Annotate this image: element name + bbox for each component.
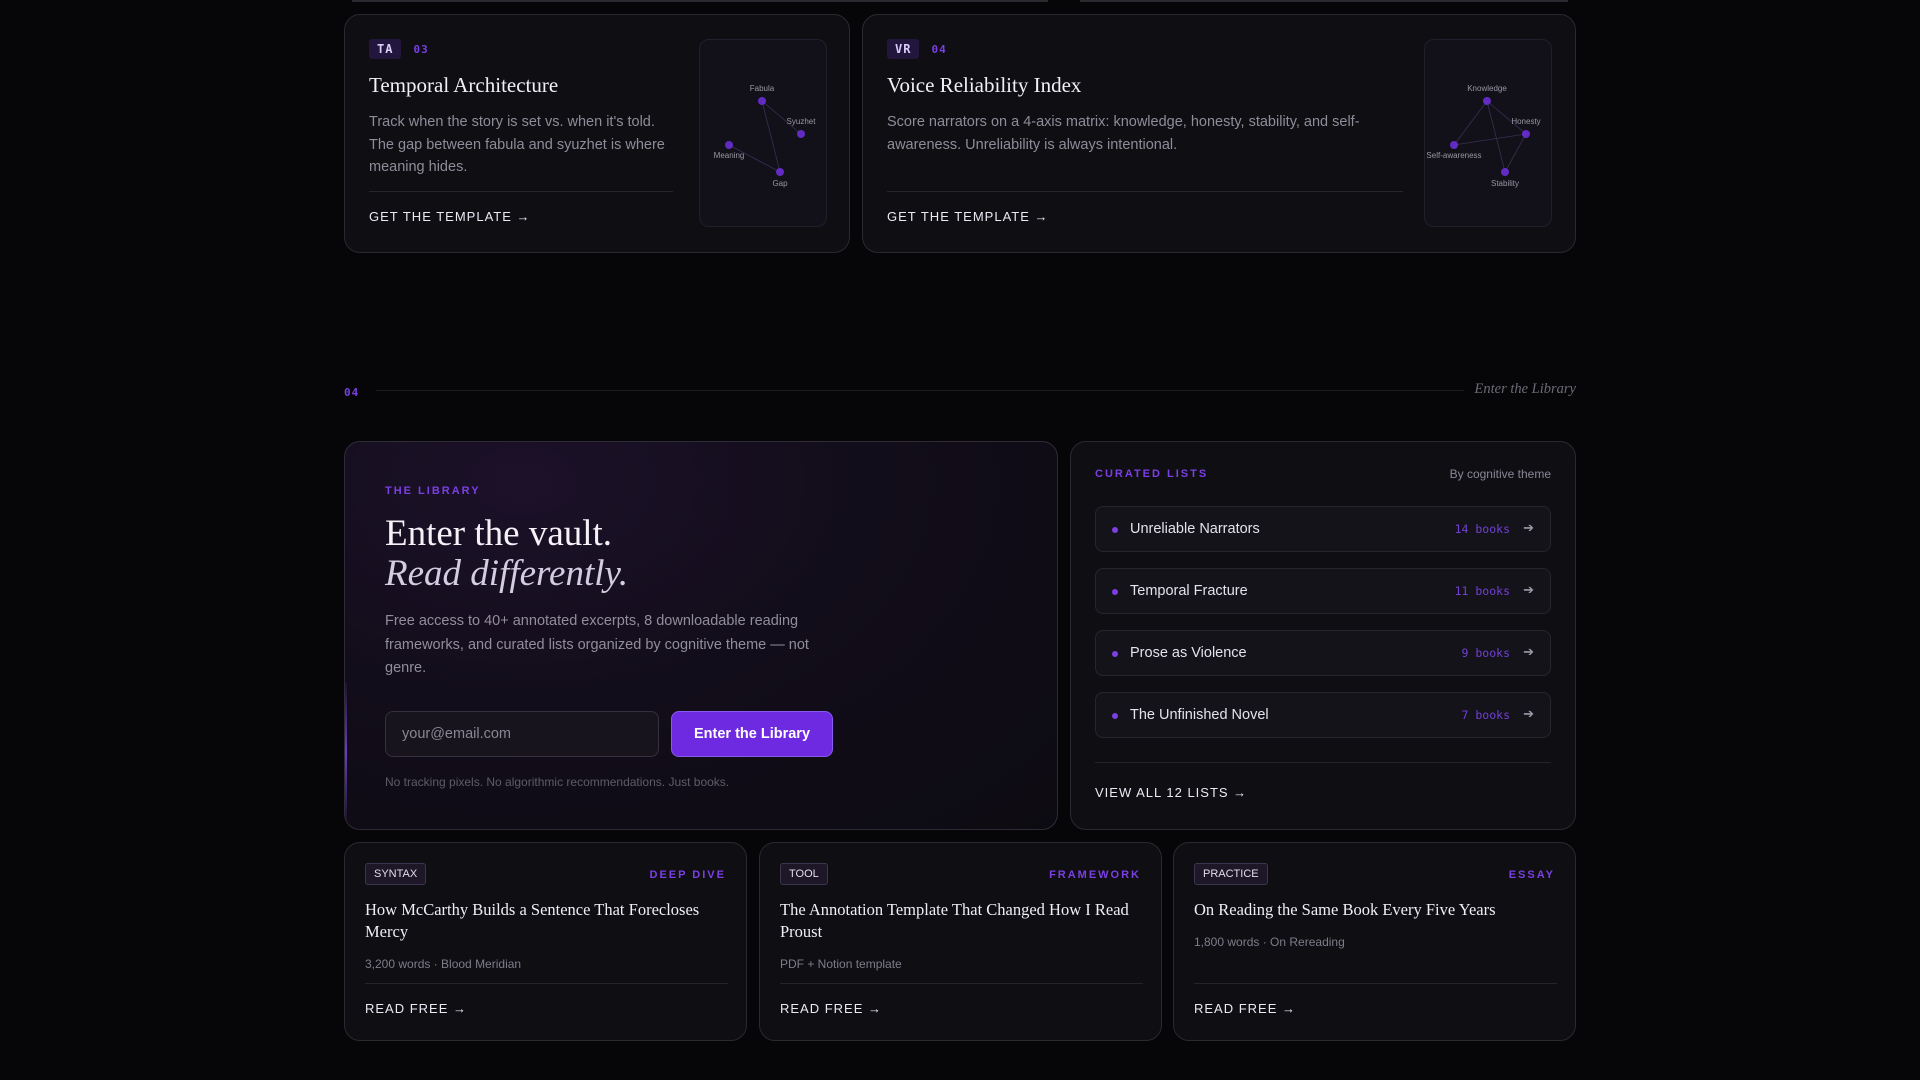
article-meta: 3,200 words · Blood Meridian xyxy=(365,957,522,971)
library-eyebrow: THE LIBRARY xyxy=(385,485,481,497)
curated-list-count: 11 books xyxy=(1454,584,1510,598)
curated-list-count: 14 books xyxy=(1454,522,1510,536)
framework-abbr-badge: TA xyxy=(369,39,402,59)
graph-node xyxy=(725,141,733,149)
get-template-link[interactable]: GET THE TEMPLATE → xyxy=(887,209,1049,224)
curated-divider xyxy=(1095,762,1551,763)
framework-number: 04 xyxy=(931,42,947,56)
page: TA 03 Temporal Architecture Track when t… xyxy=(0,0,1920,1080)
article-type: ESSAY xyxy=(1508,869,1555,881)
curated-list-count: 9 books xyxy=(1461,646,1510,660)
curated-lists-card: CURATED LISTS By cognitive theme Unrelia… xyxy=(1070,441,1576,830)
curated-list-name: Unreliable Narrators xyxy=(1130,521,1260,537)
article-type: DEEP DIVE xyxy=(649,869,726,881)
framework-card-temporal-architecture[interactable]: TA 03 Temporal Architecture Track when t… xyxy=(344,14,850,253)
graph-node xyxy=(1450,141,1458,149)
article-divider xyxy=(1194,983,1557,984)
article-card[interactable]: TOOL FRAMEWORK The Annotation Template T… xyxy=(759,842,1162,1041)
read-free-link[interactable]: READ FREE → xyxy=(1194,1001,1296,1016)
framework-title: Voice Reliability Index xyxy=(887,73,1082,97)
curated-lists-eyebrow: CURATED LISTS xyxy=(1095,468,1209,480)
framework-abbr-badge: VR xyxy=(887,39,920,59)
curated-list-item[interactable]: Prose as Violence 9 books ➔ xyxy=(1095,630,1551,676)
get-template-link[interactable]: GET THE TEMPLATE → xyxy=(369,209,531,224)
article-title: On Reading the Same Book Every Five Year… xyxy=(1194,900,1496,919)
framework-badges: TA 03 xyxy=(369,39,429,59)
curated-lists-subtitle: By cognitive theme xyxy=(1449,467,1551,481)
view-all-lists-link[interactable]: VIEW ALL 12 LISTS → xyxy=(1095,785,1247,800)
arrow-right-icon: ➔ xyxy=(1523,582,1534,597)
curated-list-item[interactable]: Unreliable Narrators 14 books ➔ xyxy=(1095,506,1551,552)
curated-list-count: 7 books xyxy=(1461,708,1510,722)
read-free-link[interactable]: READ FREE → xyxy=(365,1001,467,1016)
section-divider-line xyxy=(376,390,1464,391)
graph-node xyxy=(1501,168,1509,176)
section-label: Enter the Library xyxy=(1474,381,1577,397)
arrow-right-icon: ➔ xyxy=(1523,644,1534,659)
article-title: How McCarthy Builds a Sentence That Fore… xyxy=(365,900,700,941)
arrow-right-icon: ➔ xyxy=(1523,706,1534,721)
temporal-graph-svg: Fabula Syuzhet Meaning Gap xyxy=(714,84,817,188)
framework-divider xyxy=(369,191,673,192)
read-free-link[interactable]: READ FREE → xyxy=(780,1001,882,1016)
curated-list-name: Prose as Violence xyxy=(1130,645,1247,661)
curated-list-name: Temporal Fracture xyxy=(1130,583,1248,599)
graph-node xyxy=(776,168,784,176)
enter-library-button[interactable]: Enter the Library xyxy=(671,711,833,757)
graph-node-label: Knowledge xyxy=(1467,84,1507,93)
temporal-graph: Fabula Syuzhet Meaning Gap xyxy=(699,39,827,227)
section-number: 04 xyxy=(344,386,360,399)
top-divider-right xyxy=(1080,0,1568,2)
curated-list-name: The Unfinished Novel xyxy=(1130,707,1269,723)
bullet-dot-icon xyxy=(1112,589,1118,595)
framework-description: Score narrators on a 4-axis matrix: know… xyxy=(887,114,1360,153)
curated-list: Unreliable Narrators 14 books ➔ Temporal… xyxy=(1095,506,1551,754)
library-heading: Enter the vault. xyxy=(385,513,613,554)
framework-divider xyxy=(887,191,1403,192)
framework-title: Temporal Architecture xyxy=(369,73,559,97)
library-heading-italic: Read differently. xyxy=(385,553,629,594)
article-tag: PRACTICE xyxy=(1194,863,1268,885)
article-card[interactable]: SYNTAX DEEP DIVE How McCarthy Builds a S… xyxy=(344,842,747,1041)
graph-node-label: Gap xyxy=(772,179,788,188)
framework-number: 03 xyxy=(413,42,429,56)
voice-reliability-graph-svg: Knowledge Honesty Self-awareness Stabili… xyxy=(1426,84,1540,188)
framework-description: Track when the story is set vs. when it'… xyxy=(369,114,665,175)
graph-node xyxy=(1522,130,1530,138)
graph-node xyxy=(1483,97,1491,105)
article-meta: PDF + Notion template xyxy=(780,957,902,971)
curated-list-item[interactable]: Temporal Fracture 11 books ➔ xyxy=(1095,568,1551,614)
library-accent-bar xyxy=(345,682,347,822)
article-divider xyxy=(780,983,1143,984)
article-tag: SYNTAX xyxy=(365,863,427,885)
arrow-right-icon: ➔ xyxy=(1523,520,1534,535)
graph-node-label: Stability xyxy=(1491,179,1519,188)
article-title: The Annotation Template That Changed How… xyxy=(780,900,1129,941)
article-card[interactable]: PRACTICE ESSAY On Reading the Same Book … xyxy=(1173,842,1576,1041)
graph-node-label: Meaning xyxy=(714,151,745,160)
top-divider-left xyxy=(352,0,1048,2)
graph-node-label: Fabula xyxy=(750,84,775,93)
article-tag: TOOL xyxy=(780,863,828,885)
voice-reliability-graph: Knowledge Honesty Self-awareness Stabili… xyxy=(1424,39,1552,227)
curated-list-item[interactable]: The Unfinished Novel 7 books ➔ xyxy=(1095,692,1551,738)
article-divider xyxy=(365,983,728,984)
bullet-dot-icon xyxy=(1112,713,1118,719)
framework-badges: VR 04 xyxy=(887,39,947,59)
graph-node-label: Honesty xyxy=(1511,117,1540,126)
library-description: Free access to 40+ annotated excerpts, 8… xyxy=(385,613,809,676)
bullet-dot-icon xyxy=(1112,527,1118,533)
graph-node-label: Syuzhet xyxy=(787,117,817,126)
article-type: FRAMEWORK xyxy=(1049,869,1141,881)
graph-node xyxy=(758,97,766,105)
email-field[interactable] xyxy=(385,711,659,757)
library-privacy-note: No tracking pixels. No algorithmic recom… xyxy=(385,775,730,789)
bullet-dot-icon xyxy=(1112,651,1118,657)
graph-node-label: Self-awareness xyxy=(1426,151,1481,160)
graph-node xyxy=(797,130,805,138)
article-meta: 1,800 words · On Rereading xyxy=(1194,935,1345,949)
framework-card-voice-reliability[interactable]: VR 04 Voice Reliability Index Score narr… xyxy=(862,14,1576,253)
library-signup-card: THE LIBRARY Enter the vault. Read differ… xyxy=(344,441,1058,830)
